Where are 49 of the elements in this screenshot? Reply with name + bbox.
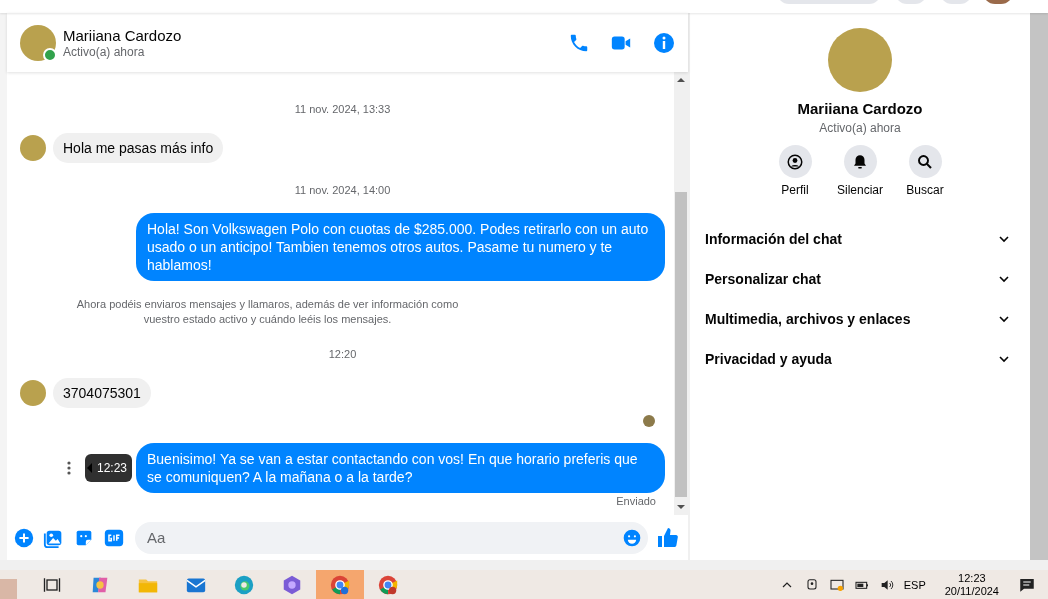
bell-icon <box>851 152 869 171</box>
avatar[interactable] <box>20 135 46 161</box>
scroll-up-icon[interactable] <box>675 75 687 85</box>
timestamp: 11 nov. 2024, 14:00 <box>294 183 391 197</box>
mute-button[interactable] <box>843 145 877 178</box>
chrome-profile-icon[interactable] <box>329 573 351 596</box>
search-button[interactable] <box>908 145 942 178</box>
language-indicator[interactable]: ESP <box>903 578 926 591</box>
incoming-message: 3704075301 <box>53 378 151 408</box>
contact-status: Activo(a) ahora <box>63 44 146 59</box>
time-tooltip: 12:23 <box>84 454 132 482</box>
emoji-icon[interactable] <box>622 527 642 548</box>
action-label: Perfil <box>781 183 809 197</box>
section-header[interactable]: Personalizar chat <box>705 259 1015 299</box>
seen-avatar <box>643 415 655 427</box>
contact-name: Mariiana Cardozo <box>797 100 923 118</box>
info-icon[interactable] <box>652 30 676 55</box>
chrome-icon[interactable] <box>377 573 399 596</box>
thumbs-up-icon[interactable] <box>656 525 680 550</box>
system-notice: Ahora podéis enviaros mensajes y llamaros, además de ver información como vuestro estado activo y cuándo leéis los mensajes. <box>75 297 460 327</box>
delivery-status: Enviado <box>616 495 656 507</box>
page-scrollbar[interactable] <box>1030 13 1048 560</box>
action-label: Buscar <box>906 183 944 197</box>
edge-browser-icon[interactable] <box>233 573 255 596</box>
incoming-message: Hola me pasas más info <box>53 133 224 163</box>
section-header[interactable]: Multimedia, archivos y enlaces <box>705 299 1015 339</box>
contact-name[interactable]: Mariiana Cardozo <box>63 26 568 45</box>
plus-icon[interactable] <box>13 526 35 549</box>
contact-status: Activo(a) ahora <box>819 121 901 135</box>
avatar[interactable] <box>20 380 46 406</box>
section-header[interactable]: Privacidad y ayuda <box>705 339 1015 379</box>
timestamp: 11 nov. 2024, 13:33 <box>294 102 391 116</box>
more-options-icon[interactable] <box>66 461 71 475</box>
profile-button[interactable] <box>778 145 812 178</box>
message-input[interactable]: Aa <box>135 521 648 554</box>
scrollbar[interactable] <box>674 72 688 515</box>
section-header[interactable]: Información del chat <box>705 219 1015 259</box>
search-icon <box>916 152 934 171</box>
outgoing-message: Hola! Son Volkswagen Polo con cuotas de $285.000. Podes retirarlo con un auto usado o un anticipo! Tambien tenemos otros autos. Pasame tu numero y te hablamos! <box>136 213 665 281</box>
scroll-down-icon[interactable] <box>675 502 687 512</box>
action-label: Silenciar <box>837 183 883 197</box>
profile-icon <box>786 152 804 171</box>
outgoing-message: Buenisimo! Ya se van a estar contactando con vos! En que horario preferis que se comuniquen? A la mañana o a la tarde? <box>136 443 665 493</box>
teams-icon[interactable] <box>281 573 303 596</box>
timestamp: 12:20 <box>328 347 357 361</box>
scrollbar-thumb[interactable] <box>675 192 687 497</box>
desktop-thumbnail[interactable] <box>0 579 17 599</box>
avatar[interactable] <box>20 24 56 61</box>
clock[interactable]: 12:23 20/11/2024 <box>944 571 999 598</box>
